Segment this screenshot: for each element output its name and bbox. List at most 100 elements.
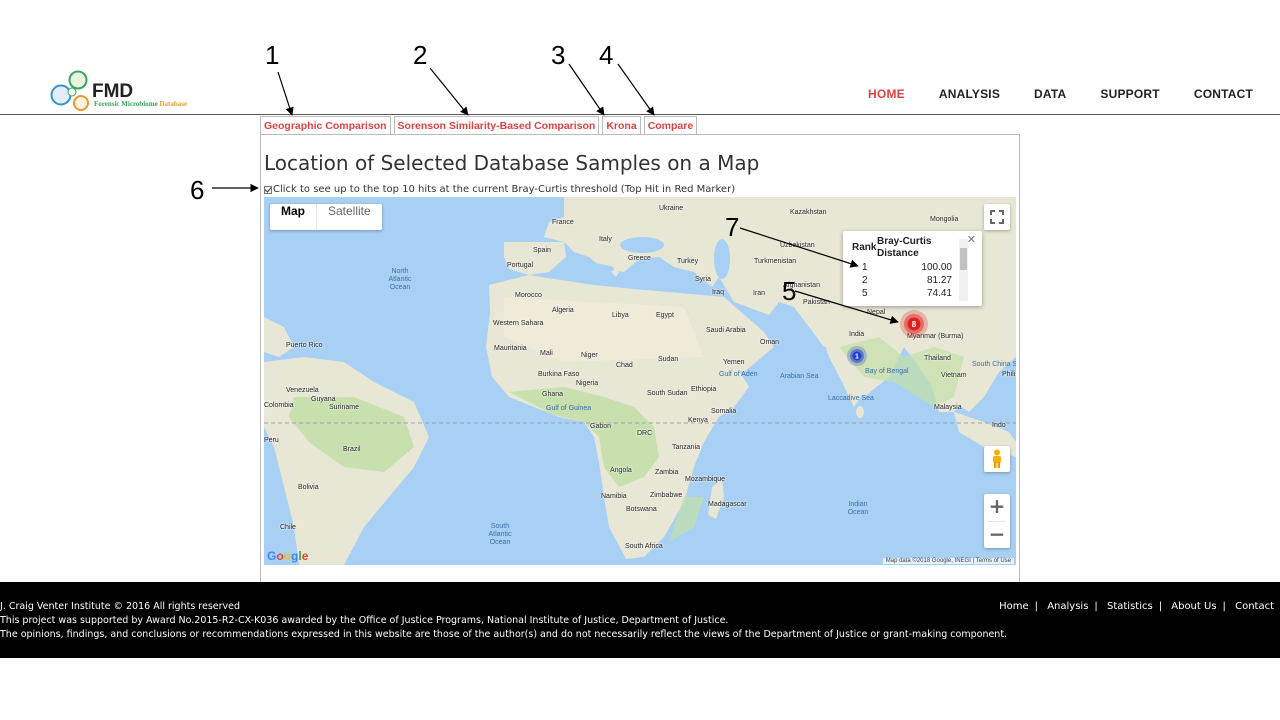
footer-link-statistics[interactable]: Statistics: [1107, 601, 1153, 612]
map-label: Indian Ocean: [847, 501, 869, 516]
nav-analysis[interactable]: ANALYSIS: [939, 87, 1000, 101]
red-cluster-marker[interactable]: 8: [898, 308, 930, 340]
annotation-number: 5: [782, 276, 797, 306]
footer-link-about[interactable]: About Us: [1171, 601, 1216, 612]
map-label: Madagascar: [708, 501, 747, 508]
map-type-satellite-button[interactable]: Satellite: [316, 204, 382, 230]
close-icon[interactable]: ✕: [967, 233, 976, 246]
map-label: Ghana: [542, 391, 564, 398]
map-label: Ethiopia: [691, 386, 717, 393]
footer-text: J. Craig Venter Institute © 2016 All rig…: [0, 600, 1007, 642]
map-label: Egypt: [656, 312, 674, 319]
map-label: Saudi Arabia: [706, 327, 746, 334]
page-title: Location of Selected Database Samples on…: [264, 151, 760, 175]
map-label: Botswana: [626, 506, 657, 513]
map-label: Phili: [1002, 371, 1016, 378]
zoom-out-button[interactable]: −: [989, 522, 1006, 549]
street-view-pegman-button[interactable]: [984, 446, 1010, 472]
fullscreen-icon: [990, 210, 1004, 224]
map-label: Suriname: [329, 404, 359, 411]
top-hits-checkbox-row[interactable]: Click to see up to the top 10 hits at th…: [264, 184, 735, 195]
tab-compare[interactable]: Compare: [643, 116, 698, 134]
map-label: Brazil: [343, 446, 361, 453]
map-label: Nigeria: [576, 380, 599, 387]
map-label: South Africa: [625, 543, 663, 550]
tab-krona[interactable]: Krona: [602, 116, 641, 134]
footer-award: This project was supported by Award No.2…: [0, 615, 729, 626]
map-label: Morocco: [515, 292, 542, 299]
map-label: Niger: [581, 352, 598, 359]
map-label: Angola: [610, 467, 632, 474]
annotation-number: 1: [265, 40, 280, 70]
site-footer: J. Craig Venter Institute © 2016 All rig…: [0, 582, 1280, 658]
map-label: Chile: [280, 524, 296, 531]
map-label: South Sudan: [647, 390, 688, 397]
map-label: Nepal: [867, 309, 886, 316]
map-label: Indo: [992, 422, 1006, 429]
fullscreen-button[interactable]: [984, 204, 1010, 230]
tab-geographic-comparison[interactable]: Geographic Comparison: [260, 116, 391, 134]
map-label: Mongolia: [930, 216, 959, 223]
map-label: Turkey: [677, 258, 699, 265]
analysis-tabs: Geographic Comparison Sorenson Similarit…: [260, 116, 698, 134]
map-label: South Atlantic Ocean: [488, 523, 512, 546]
map-label: Sudan: [658, 356, 679, 363]
zoom-in-button[interactable]: +: [989, 494, 1006, 521]
map-label: Iraq: [712, 289, 725, 296]
info-scroll-thumb[interactable]: [960, 248, 967, 270]
map-label: Venezuela: [286, 387, 319, 394]
map-label: Malaysia: [934, 404, 962, 411]
map-label: France: [552, 219, 574, 226]
map-label: South China Sea: [972, 361, 1016, 368]
map-type-control: Map Satellite: [270, 204, 382, 230]
map-attribution[interactable]: Map data ©2018 Google, INEGI | Terms of …: [882, 558, 1014, 564]
fmd-logo[interactable]: FMD Forensic Microbiome Database: [50, 70, 210, 114]
annotation-number: 3: [551, 40, 566, 70]
top-hits-checkbox-label: Click to see up to the top 10 hits at th…: [273, 184, 736, 195]
map-label: Ukraine: [659, 205, 684, 212]
blue-marker-count: 1: [855, 354, 859, 361]
footer-link-home[interactable]: Home: [999, 601, 1029, 612]
annotation-number: 6: [190, 175, 205, 205]
main-nav: HOME ANALYSIS DATA SUPPORT CONTACT: [834, 87, 1253, 101]
top-hits-checkbox[interactable]: [264, 185, 272, 194]
google-logo: Google: [267, 549, 309, 563]
info-scrollbar[interactable]: [959, 239, 968, 301]
nav-home[interactable]: HOME: [868, 87, 905, 101]
logo-circles-icon: [50, 70, 89, 111]
map-label: Turkmenistan: [754, 258, 797, 265]
map-label: Algeria: [552, 307, 574, 314]
map-label: Pakistan: [803, 299, 830, 306]
map-label: India: [849, 331, 865, 338]
map-label: DRC: [637, 430, 653, 437]
map-label: Iran: [753, 290, 766, 297]
rank-header: Rank: [852, 242, 877, 253]
blue-cluster-marker[interactable]: 1: [846, 345, 868, 367]
map-type-map-button[interactable]: Map: [270, 204, 316, 230]
red-marker-count: 8: [912, 320, 917, 329]
map-label: North Atlantic Ocean: [388, 268, 412, 291]
map-label: Spain: [533, 247, 551, 254]
map-label: Thailand: [924, 355, 951, 362]
map-label: Zambia: [655, 469, 679, 476]
map-label: Gulf of Aden: [719, 371, 758, 378]
map-label: Bolivia: [298, 484, 319, 491]
map-label: Gulf of Guinea: [546, 405, 592, 412]
map-label: Somalia: [711, 408, 737, 415]
map-label: Gabon: [590, 423, 612, 430]
map-label: Puerto Rico: [286, 342, 323, 349]
map-label: Mauritania: [494, 345, 527, 352]
footer-link-contact[interactable]: Contact: [1235, 601, 1274, 612]
nav-contact[interactable]: CONTACT: [1194, 87, 1253, 101]
footer-link-analysis[interactable]: Analysis: [1047, 601, 1088, 612]
nav-support[interactable]: SUPPORT: [1100, 87, 1159, 101]
annotation-number: 7: [725, 212, 740, 242]
nav-data[interactable]: DATA: [1034, 87, 1066, 101]
tab-sorenson-comparison[interactable]: Sorenson Similarity-Based Comparison: [393, 116, 600, 134]
distance-header: Bray-Curtis Distance: [877, 236, 932, 259]
top-hits-info-window: Rank Bray-Curtis Distance 1 100.00 2 81.27…: [843, 231, 982, 306]
map-label: Italy: [599, 236, 612, 243]
map-label: Bay of Bengal: [865, 368, 909, 375]
map-label: Yemen: [723, 359, 745, 366]
map-label: Western Sahara: [493, 320, 544, 327]
